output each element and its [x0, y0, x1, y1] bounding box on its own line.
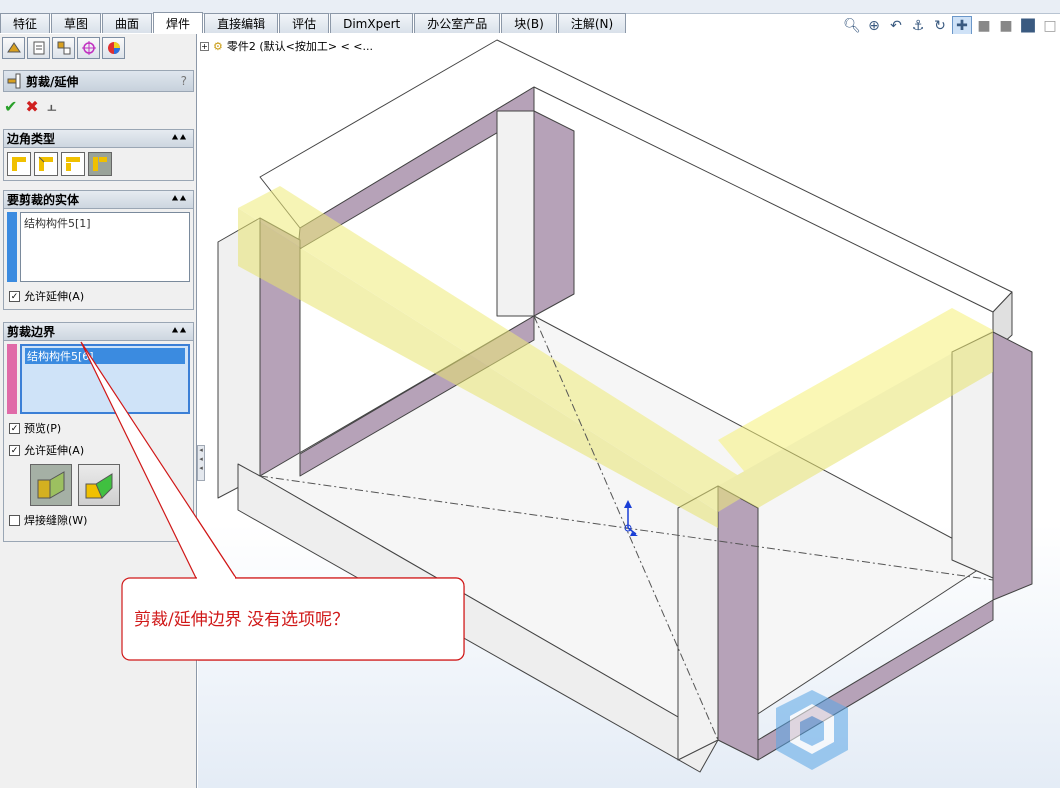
- callout-text: 剪裁/延伸边界 没有选项呢？: [134, 610, 350, 630]
- callout-overlay: [80, 341, 465, 661]
